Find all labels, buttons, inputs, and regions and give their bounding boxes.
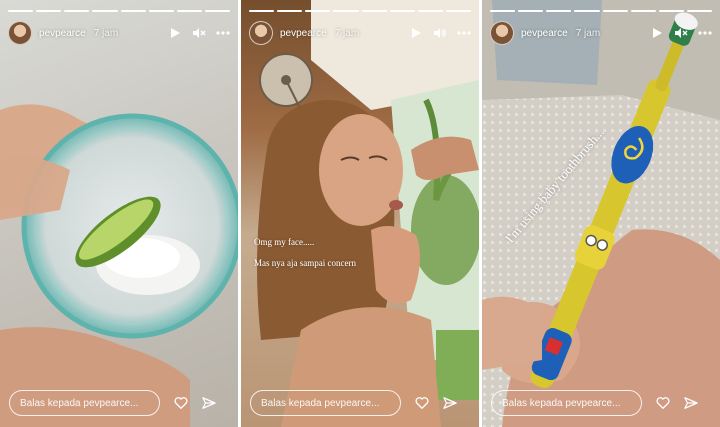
username[interactable]: pevpearce	[39, 28, 86, 39]
mute-icon[interactable]	[192, 26, 206, 40]
progress-segment	[490, 10, 516, 12]
story-footer: Balas kepada pevpearce...	[491, 389, 711, 417]
story-header: pevpearce 7 jam	[490, 20, 712, 46]
send-icon[interactable]	[684, 396, 698, 410]
play-icon[interactable]	[168, 26, 182, 40]
story-footer: Balas kepada pevpearce...	[9, 389, 229, 417]
send-icon[interactable]	[443, 396, 457, 410]
face	[319, 114, 403, 226]
progress-segment	[64, 10, 90, 12]
timestamp: 7 jam	[93, 27, 119, 39]
progress-segment	[333, 10, 359, 12]
heart-icon[interactable]	[656, 396, 670, 410]
story-panel-1[interactable]: pevpearce 7 jam Balas kepada pevpearce..…	[0, 0, 238, 427]
progress-segment	[518, 10, 544, 12]
story-progress	[8, 10, 230, 12]
progress-segment	[546, 10, 572, 12]
progress-segment	[277, 10, 303, 12]
heart-icon[interactable]	[415, 396, 429, 410]
progress-segment	[686, 10, 712, 12]
reply-input[interactable]: Balas kepada pevpearce...	[491, 390, 642, 416]
progress-segment	[148, 10, 174, 12]
play-icon[interactable]	[409, 26, 423, 40]
story-photo-toothbrush	[482, 0, 720, 427]
volume-icon[interactable]	[433, 26, 447, 40]
progress-segment	[249, 10, 275, 12]
progress-segment	[120, 10, 146, 12]
progress-segment	[389, 10, 415, 12]
progress-segment	[36, 10, 62, 12]
avatar[interactable]	[249, 21, 273, 45]
progress-segment	[176, 10, 202, 12]
progress-segment	[574, 10, 600, 12]
timestamp: 7 jam	[334, 27, 360, 39]
timestamp: 7 jam	[575, 27, 601, 39]
progress-segment	[305, 10, 331, 12]
story-header: pevpearce 7 jam	[249, 20, 471, 46]
reply-placeholder: Balas kepada pevpearce...	[502, 397, 621, 409]
story-progress	[249, 10, 471, 12]
story-panel-2[interactable]: pevpearce 7 jam Omg my face..... Mas nya…	[241, 0, 479, 427]
avatar[interactable]	[8, 21, 32, 45]
username[interactable]: pevpearce	[521, 28, 568, 39]
hand	[371, 226, 420, 304]
story-footer: Balas kepada pevpearce...	[250, 389, 470, 417]
progress-segment	[602, 10, 628, 12]
more-icon[interactable]	[216, 26, 230, 40]
story-viewer: pevpearce 7 jam Balas kepada pevpearce..…	[0, 0, 720, 427]
reply-placeholder: Balas kepada pevpearce...	[20, 397, 139, 409]
mute-icon[interactable]	[674, 26, 688, 40]
play-icon[interactable]	[650, 26, 664, 40]
progress-segment	[204, 10, 230, 12]
more-icon[interactable]	[457, 26, 471, 40]
progress-segment	[361, 10, 387, 12]
heart-icon[interactable]	[174, 396, 188, 410]
username[interactable]: pevpearce	[280, 28, 327, 39]
more-icon[interactable]	[698, 26, 712, 40]
story-caption-1: Omg my face.....	[254, 237, 315, 247]
progress-segment	[658, 10, 684, 12]
avatar[interactable]	[490, 21, 514, 45]
reply-input[interactable]: Balas kepada pevpearce...	[9, 390, 160, 416]
story-panel-3[interactable]: I'm using baby toothbrush... pevpearce 7…	[482, 0, 720, 427]
progress-segment	[445, 10, 471, 12]
story-caption-2: Mas nya aja sampai concern	[254, 258, 356, 268]
progress-segment	[630, 10, 656, 12]
story-photo-face	[241, 0, 479, 427]
progress-segment	[92, 10, 118, 12]
progress-segment	[8, 10, 34, 12]
reply-placeholder: Balas kepada pevpearce...	[261, 397, 380, 409]
story-progress	[490, 10, 712, 12]
send-icon[interactable]	[202, 396, 216, 410]
progress-segment	[417, 10, 443, 12]
story-photo-salt-lime	[0, 104, 238, 427]
reply-input[interactable]: Balas kepada pevpearce...	[250, 390, 401, 416]
story-header: pevpearce 7 jam	[8, 20, 230, 46]
